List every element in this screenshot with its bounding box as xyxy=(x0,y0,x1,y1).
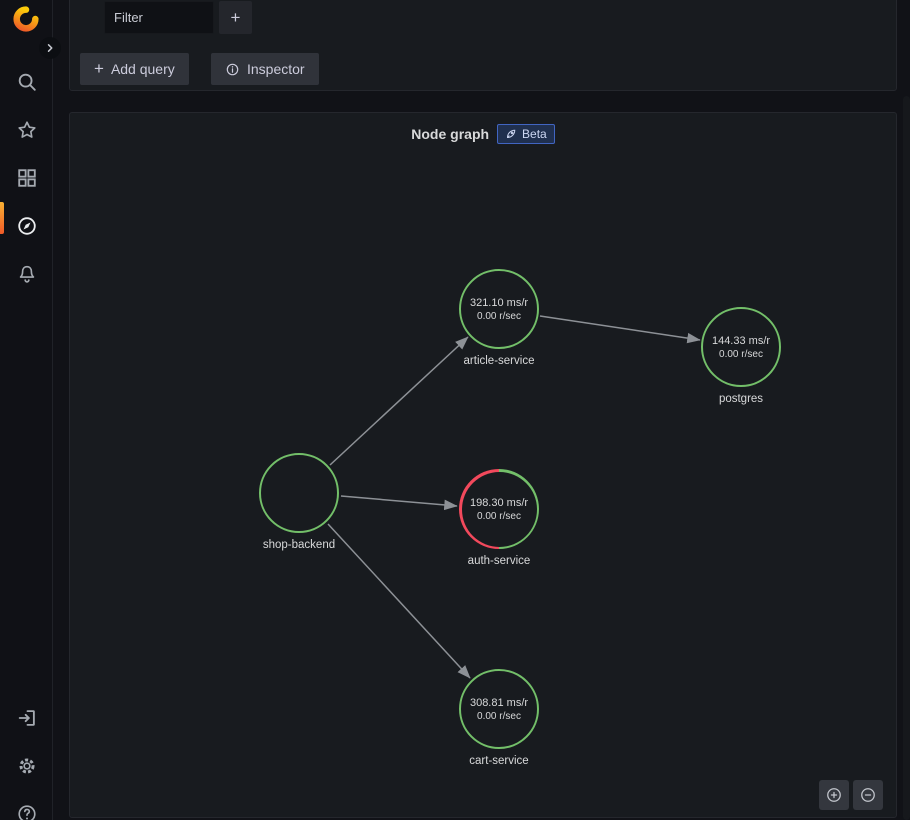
node-label: shop-backend xyxy=(219,539,379,551)
scrollbar[interactable] xyxy=(903,96,910,820)
node-postgres[interactable]: 144.33 ms/r 0.00 r/sec postgres xyxy=(701,307,781,387)
node-cart-service[interactable]: 308.81 ms/r 0.00 r/sec cart-service xyxy=(459,669,539,749)
node-label: postgres xyxy=(661,393,821,405)
grafana-app: { "app": { "name": "Grafana Explore" }, … xyxy=(0,0,910,820)
add-query-label: Add query xyxy=(111,61,175,77)
node-stat-main: 198.30 ms/r xyxy=(470,497,528,509)
node-stats: 144.33 ms/r 0.00 r/sec xyxy=(701,307,781,387)
node-shop-backend[interactable]: shop-backend xyxy=(259,453,339,533)
node-label: article-service xyxy=(419,355,579,367)
node-stat-sub: 0.00 r/sec xyxy=(477,311,521,322)
node-stat-sub: 0.00 r/sec xyxy=(477,711,521,722)
node-auth-service[interactable]: 198.30 ms/r 0.00 r/sec auth-service xyxy=(459,469,539,549)
bell-icon[interactable] xyxy=(0,254,53,294)
circle-plus-icon xyxy=(825,786,843,804)
node-article-service[interactable]: 321.10 ms/r 0.00 r/sec article-service xyxy=(459,269,539,349)
node-stat-main: 144.33 ms/r xyxy=(712,335,770,347)
zoom-out-button[interactable] xyxy=(853,780,883,810)
compass-icon[interactable] xyxy=(0,206,53,246)
node-graph-panel: Node graph Beta shop-backend 321. xyxy=(69,112,897,818)
node-label: auth-service xyxy=(419,555,579,567)
node-stats xyxy=(259,453,339,533)
plus-icon: + xyxy=(231,8,241,28)
circle-minus-icon xyxy=(859,786,877,804)
node-stat-main: 308.81 ms/r xyxy=(470,697,528,709)
grafana-logo[interactable] xyxy=(13,6,39,32)
add-filter-button[interactable]: + xyxy=(219,1,252,34)
edge-article-service-postgres[interactable] xyxy=(540,316,700,340)
help-icon[interactable] xyxy=(0,794,53,820)
search-icon[interactable] xyxy=(0,62,53,102)
node-stat-sub: 0.00 r/sec xyxy=(477,511,521,522)
zoom-in-button[interactable] xyxy=(819,780,849,810)
add-query-button[interactable]: + Add query xyxy=(80,53,189,85)
node-stat-sub: 0.00 r/sec xyxy=(719,349,763,360)
node-stats: 198.30 ms/r 0.00 r/sec xyxy=(459,469,539,549)
inspector-button[interactable]: Inspector xyxy=(211,53,319,85)
node-stats: 308.81 ms/r 0.00 r/sec xyxy=(459,669,539,749)
gear-icon[interactable] xyxy=(0,746,53,786)
sign-in-icon[interactable] xyxy=(0,698,53,738)
node-label: cart-service xyxy=(419,755,579,767)
sidebar xyxy=(0,0,53,820)
node-stats: 321.10 ms/r 0.00 r/sec xyxy=(459,269,539,349)
inspector-label: Inspector xyxy=(247,61,305,77)
info-circle-icon xyxy=(225,62,240,77)
query-editor-panel: + + Add query Inspector xyxy=(69,0,897,91)
filter-input[interactable] xyxy=(104,1,214,34)
dashboards-icon[interactable] xyxy=(0,158,53,198)
node-stat-main: 321.10 ms/r xyxy=(470,297,528,309)
star-icon[interactable] xyxy=(0,110,53,150)
plus-icon: + xyxy=(94,60,104,77)
sidebar-expand-button[interactable] xyxy=(39,37,61,59)
active-indicator xyxy=(0,202,4,234)
chevron-right-icon xyxy=(43,41,57,55)
edge-shop-backend-auth-service[interactable] xyxy=(341,496,457,506)
